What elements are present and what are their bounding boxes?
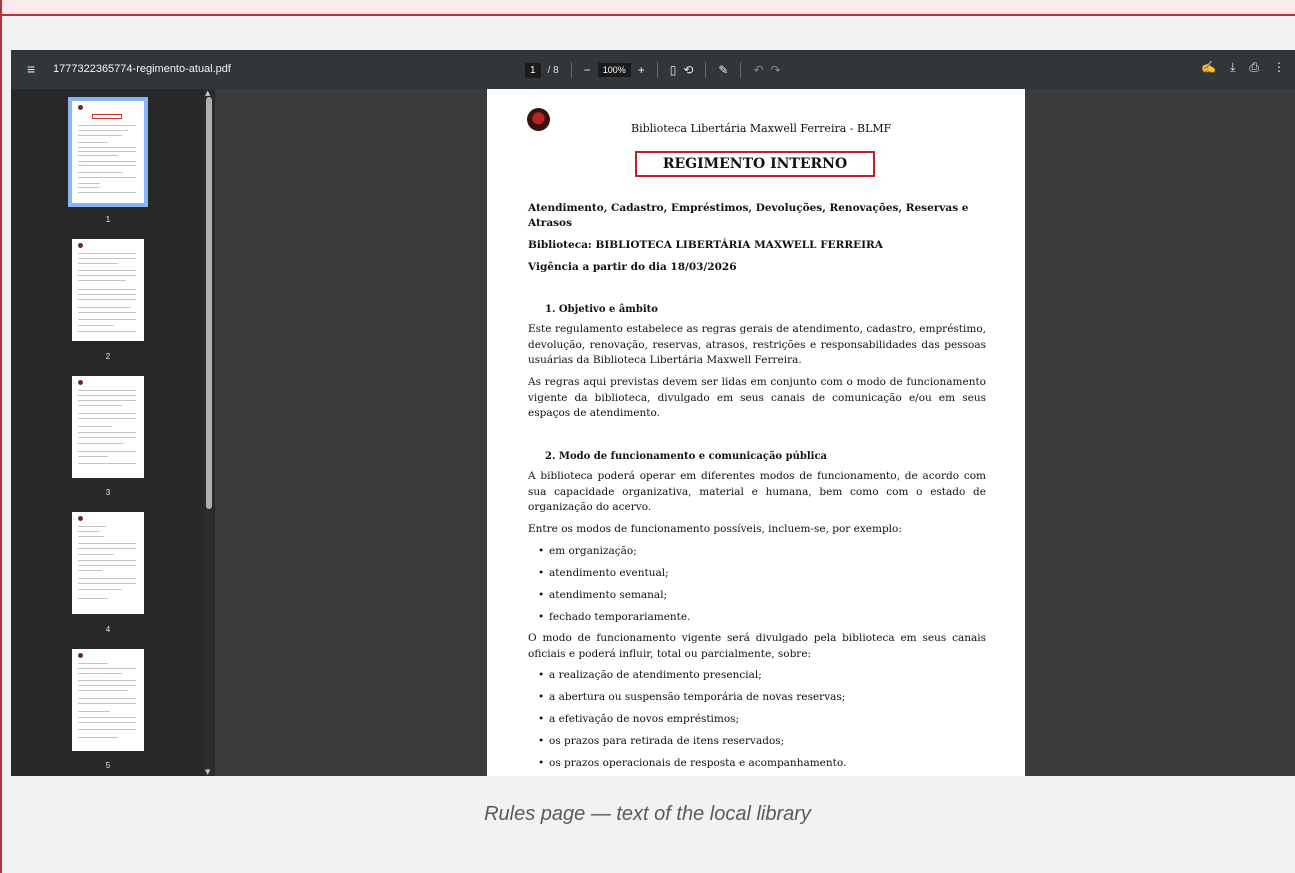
thumb-logo [78, 243, 83, 248]
list-item: atendimento semanal; [538, 589, 668, 601]
viewer-toolbar: ≡ 1777322365774-regimento-atual.pdf 1 / … [11, 50, 1295, 89]
list-item-text: fechado temporariamente. [549, 611, 691, 623]
scrollbar-thumb[interactable] [206, 97, 212, 509]
redo-icon[interactable]: ↷ [771, 64, 781, 76]
thumb-logo [78, 653, 83, 658]
hamburger-menu-icon[interactable]: ≡ [27, 62, 35, 76]
zoom-input[interactable]: 100% [597, 63, 631, 77]
toolbar-divider [656, 62, 658, 78]
toolbar-divider [570, 62, 572, 78]
subtitle-line: Atendimento, Cadastro, Empréstimos, Devo… [528, 202, 969, 214]
print-icon[interactable]: ⎙ [1249, 61, 1259, 73]
page-thumbnail[interactable] [72, 649, 144, 751]
thumb-title-box [92, 114, 122, 119]
section-heading: 1. Objetivo e âmbito [545, 304, 658, 315]
figure-caption: Rules page — text of the local library [484, 803, 811, 825]
list-item-text: atendimento semanal; [549, 589, 668, 601]
thumbnail-label: 2 [105, 352, 111, 361]
thumbnail-label: 1 [105, 215, 111, 224]
file-title: 1777322365774-regimento-atual.pdf [53, 63, 231, 75]
list-item: a efetivação de novos empréstimos; [538, 713, 740, 725]
thumbnail-label: 4 [105, 625, 111, 634]
left-border [0, 0, 2, 873]
thumbnail-sidebar: 1 2 3 4 5 [11, 89, 215, 776]
list-item-text: em organização; [549, 545, 637, 557]
toolbar-right: ✍ ⤓ ⎙ ⋮ [1201, 61, 1285, 73]
page-total: / 8 [547, 64, 559, 76]
thumb-logo [78, 380, 83, 385]
plus-icon[interactable]: + [638, 64, 645, 76]
annotate-icon[interactable]: ✍ [1201, 61, 1216, 73]
pdf-viewer: ≡ 1777322365774-regimento-atual.pdf 1 / … [11, 50, 1295, 776]
toolbar-center: 1 / 8 − 100% + ▯ ⟲ ✎ ↶ ↷ [525, 60, 781, 80]
document-title: REGIMENTO INTERNO [635, 151, 875, 177]
list-item-text: a abertura ou suspensão temporária de no… [549, 691, 846, 703]
page-thumbnail[interactable] [68, 97, 148, 207]
list-item: atendimento eventual; [538, 567, 669, 579]
library-line: Biblioteca: BIBLIOTECA LIBERTÁRIA MAXWEL… [528, 239, 883, 251]
download-icon[interactable]: ⤓ [1230, 61, 1235, 73]
thumbnail-label: 3 [105, 488, 111, 497]
page-thumbnail[interactable] [72, 376, 144, 478]
thumb-logo [78, 516, 83, 521]
list-item-text: os prazos para retirada de itens reserva… [549, 735, 785, 747]
paragraph: As regras aqui previstas devem ser lidas… [528, 376, 986, 419]
document-page: Biblioteca Libertária Maxwell Ferreira -… [487, 89, 1025, 776]
list-item: os prazos operacionais de resposta e aco… [538, 757, 847, 769]
page-thumbnail[interactable] [72, 239, 144, 341]
draw-icon[interactable]: ✎ [718, 64, 728, 76]
list-item: os prazos para retirada de itens reserva… [538, 735, 785, 747]
sidebar-scrollbar[interactable]: ▲ ▼ [204, 89, 214, 776]
list-item-text: atendimento eventual; [549, 567, 669, 579]
scroll-up-icon[interactable]: ▲ [205, 89, 210, 97]
top-banner [0, 0, 1295, 16]
validity-line: Vigência a partir do dia 18/03/2026 [528, 261, 737, 273]
rotate-icon[interactable]: ⟲ [683, 64, 693, 76]
library-logo [527, 108, 550, 131]
page-thumbnail[interactable] [72, 512, 144, 614]
paragraph: A biblioteca poderá operar em diferentes… [528, 470, 986, 513]
fit-page-icon[interactable]: ▯ [670, 64, 677, 76]
list-item: a abertura ou suspensão temporária de no… [538, 691, 846, 703]
list-item: em organização; [538, 545, 637, 557]
minus-icon[interactable]: − [584, 64, 591, 76]
page-number-input[interactable]: 1 [525, 62, 541, 78]
scroll-down-icon[interactable]: ▼ [205, 768, 210, 776]
thumbnail-label: 5 [105, 761, 111, 770]
toolbar-divider [740, 62, 742, 78]
paragraph: O modo de funcionamento vigente será div… [528, 632, 986, 660]
paragraph: Entre os modos de funcionamento possívei… [528, 523, 902, 535]
list-item-text: a efetivação de novos empréstimos; [549, 713, 740, 725]
more-vert-icon[interactable]: ⋮ [1273, 61, 1285, 73]
thumb-logo [78, 105, 83, 110]
list-item-text: a realização de atendimento presencial; [549, 669, 762, 681]
list-item: fechado temporariamente. [538, 611, 691, 623]
subtitle-line: Atrasos [528, 217, 572, 229]
toolbar-divider [705, 62, 707, 78]
paragraph: Este regulamento estabelece as regras ge… [528, 323, 986, 366]
list-item: a realização de atendimento presencial; [538, 669, 762, 681]
undo-icon[interactable]: ↶ [753, 64, 763, 76]
list-item-text: os prazos operacionais de resposta e aco… [549, 757, 847, 769]
section-heading: 2. Modo de funcionamento e comunicação p… [545, 451, 828, 462]
library-name: Biblioteca Libertária Maxwell Ferreira -… [631, 122, 892, 135]
